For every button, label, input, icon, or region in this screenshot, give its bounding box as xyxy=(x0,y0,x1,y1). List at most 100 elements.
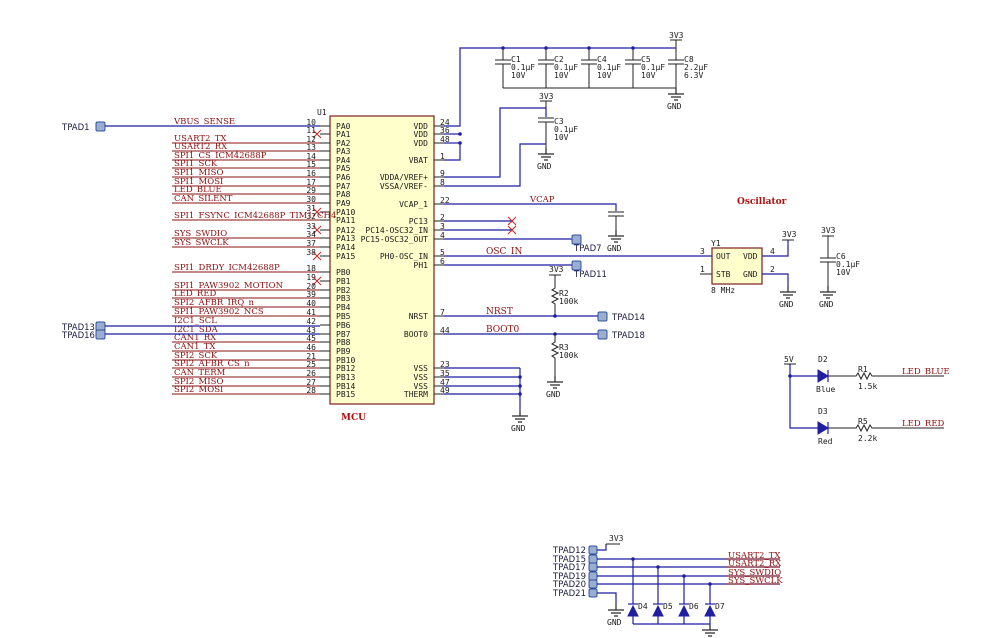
pin-name: PC15-OSC32_OUT xyxy=(361,235,429,244)
led-d3-color: Red xyxy=(818,437,833,446)
net-label: SPI1_DRDY_ICM42688P xyxy=(174,263,280,273)
pin-name: PA3 xyxy=(336,147,351,156)
diode-ref: D7 xyxy=(715,602,725,611)
pin-name: VDD xyxy=(414,139,429,148)
pin-name: PA9 xyxy=(336,199,351,208)
pin-name: VSSA/VREF- xyxy=(380,182,428,191)
junction-dot xyxy=(458,141,462,145)
gnd-label: GND xyxy=(607,244,622,253)
pin-name: VCAP_1 xyxy=(399,200,428,209)
nrst-net-label: NRST xyxy=(486,307,513,317)
pin-name: VSS xyxy=(414,364,429,373)
cap-c2: C20.1µF10V xyxy=(538,46,578,88)
gnd-icon: GND xyxy=(537,148,554,171)
5v-label: 5V xyxy=(784,355,794,364)
tpad18-marker xyxy=(597,329,608,340)
pin-name: PB9 xyxy=(336,347,351,356)
gnd-label: GND xyxy=(537,162,552,171)
diode-ref: D5 xyxy=(663,602,673,611)
gnd-label: GND xyxy=(607,618,622,627)
junction-dot xyxy=(553,314,557,318)
gnd-label: GND xyxy=(511,424,526,433)
cap-c1: C10.1µF10V xyxy=(495,46,535,88)
osc-vdd-wire xyxy=(762,240,789,257)
gnd-icon: GND xyxy=(702,624,718,637)
pin-name: PA15 xyxy=(336,252,355,261)
gnd-label: GND xyxy=(819,300,834,309)
junction-dot xyxy=(587,46,591,50)
pin-name: PB0 xyxy=(336,268,351,277)
3v3-label-esd: 3V3 xyxy=(609,534,624,543)
tpad1-label: TPAD1 xyxy=(61,123,90,133)
c3-volt: 10V xyxy=(554,133,569,142)
net-label: CAN_SILENT xyxy=(174,194,233,204)
osc-num-out: 3 xyxy=(700,247,705,256)
gnd-icon: GND xyxy=(511,410,528,433)
mcu-pin-pb0: PB018SPI1_DRDY_ICM42688P xyxy=(172,263,351,277)
pin-name: PB4 xyxy=(336,303,351,312)
cap-voltage: 10V xyxy=(641,71,656,80)
mcu-title: MCU xyxy=(341,413,366,423)
cap-voltage: 10V xyxy=(511,71,526,80)
tpad7-label: TPAD7 xyxy=(573,244,602,254)
gnd-label: GND xyxy=(779,300,794,309)
esd-diode-d4: D4 xyxy=(627,559,648,624)
c6-volt: 10V xyxy=(836,268,851,277)
led-blue-icon xyxy=(817,369,829,383)
junction-dot xyxy=(458,132,462,136)
5v-wire xyxy=(789,364,818,429)
net-label: SPI1_FSYNC_ICM42688P_TIM1_CH4 xyxy=(174,211,336,221)
3v3-label-c3: 3V3 xyxy=(539,92,554,101)
pin-number: 42 xyxy=(306,317,316,326)
led-d2-ref: D2 xyxy=(818,355,828,364)
osc-num-stb: 1 xyxy=(700,265,705,274)
3v3-label-c6: 3V3 xyxy=(821,226,836,235)
pin-name: PA6 xyxy=(336,173,351,182)
vssa-wire xyxy=(444,143,546,187)
mcu-left-pins: PA010VBUS_SENSEPA111PA212USART2_TXPA313U… xyxy=(172,117,355,399)
pin-name: PC13 xyxy=(409,217,428,226)
3v3-label-osc: 3V3 xyxy=(782,230,797,239)
junction-dot xyxy=(518,375,522,379)
led-d2-color: Blue xyxy=(816,385,835,394)
pin-name: PB8 xyxy=(336,338,351,347)
tpad7-marker xyxy=(571,234,582,245)
pin-name: PA1 xyxy=(336,130,351,139)
pin-name: PA5 xyxy=(336,164,351,173)
tpad11-marker xyxy=(571,260,582,271)
vcap-net-label: VCAP xyxy=(529,195,555,205)
junction-dot xyxy=(788,374,792,378)
junction-dot xyxy=(631,46,635,50)
pin-name: VDDA/VREF+ xyxy=(380,173,428,182)
r3-body xyxy=(550,334,560,376)
tpad-label: TPAD21 xyxy=(552,589,586,599)
pin-name: THERM xyxy=(404,390,428,399)
osc-freq: 8 MHz xyxy=(711,286,735,295)
net-label: SYS_SWCLK xyxy=(174,238,229,248)
cap-voltage: 10V xyxy=(554,71,569,80)
tpad11-label: TPAD11 xyxy=(573,270,607,280)
pin-number: 11 xyxy=(306,126,316,135)
osc-pin-gnd: GND xyxy=(743,270,758,279)
mcu-pin-pa0: PA010VBUS_SENSE xyxy=(173,117,351,131)
osc-pin-stb: STB xyxy=(716,270,731,279)
cap-c5: C50.1µF10V xyxy=(625,46,665,88)
mcu-ref: U1 xyxy=(317,108,327,117)
net-label: SYS_SWCLK xyxy=(728,576,783,586)
osc-ref: Y1 xyxy=(711,239,721,248)
pin-name: PB6 xyxy=(336,321,351,330)
pin-name: PH1 xyxy=(414,261,429,270)
junction-dot xyxy=(501,46,505,50)
tpad14-label: TPAD14 xyxy=(611,313,645,323)
pin-name: PB1 xyxy=(336,277,351,286)
oscillator-title: Oscillator xyxy=(737,197,787,207)
junction-dot xyxy=(518,384,522,388)
pin-name: PB12 xyxy=(336,364,355,373)
cap-voltage: 6.3V xyxy=(684,71,703,80)
r5-value: 2.2k xyxy=(858,434,877,443)
3v3-label-r2: 3V3 xyxy=(549,265,564,274)
pin-name: PA8 xyxy=(336,190,351,199)
led-red-icon xyxy=(817,421,829,435)
pin-name: VBAT xyxy=(409,156,428,165)
led-d3-ref: D3 xyxy=(818,407,828,416)
